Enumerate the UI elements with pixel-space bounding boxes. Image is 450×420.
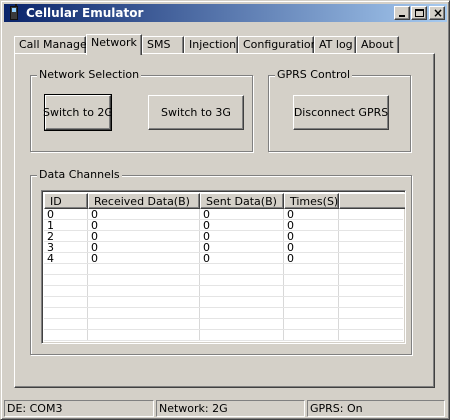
column-header-id[interactable]: ID — [44, 193, 88, 209]
switch-to-3g-button[interactable]: Switch to 3G — [148, 95, 244, 130]
minimize-button[interactable] — [394, 6, 410, 20]
tab-network[interactable]: Network — [86, 34, 142, 55]
close-button[interactable]: × — [429, 6, 445, 20]
data-channels-group: Data Channels ID Received Data(B) Sent D… — [30, 169, 412, 355]
data-channels-list[interactable]: ID Received Data(B) Sent Data(B) Times(S… — [41, 190, 406, 344]
window-title: Cellular Emulator — [26, 6, 144, 20]
network-selection-group: Network Selection Switch to 2G Switch to… — [30, 69, 253, 152]
network-selection-title: Network Selection — [37, 68, 142, 81]
status-bar: DE: COM3 Network: 2G GPRS: On — [4, 400, 447, 417]
title-bar[interactable]: Cellular Emulator × — [4, 4, 447, 22]
list-body: 0 0 0 0 1 0 0 0 2 0 0 0 3 0 0 0 4 0 0 0 — [44, 209, 403, 341]
switch-to-2g-button[interactable]: Switch to 2G — [43, 94, 113, 131]
gprs-control-group: GPRS Control Disconnect GPRS — [268, 69, 411, 152]
status-network: Network: 2G — [156, 400, 305, 417]
cellphone-icon — [6, 4, 22, 21]
disconnect-gprs-button[interactable]: Disconnect GPRS — [293, 95, 389, 130]
column-header-filler — [339, 193, 405, 209]
column-header-received-data[interactable]: Received Data(B) — [88, 193, 200, 209]
data-channels-title: Data Channels — [37, 168, 122, 181]
tab-configuration[interactable]: Configuration — [238, 36, 318, 54]
list-header: ID Received Data(B) Sent Data(B) Times(S… — [44, 193, 405, 209]
tab-call-manager[interactable]: Call Manager — [14, 36, 91, 54]
tab-sms[interactable]: SMS — [142, 36, 184, 54]
status-gprs: GPRS: On — [307, 400, 445, 417]
close-icon: × — [433, 6, 444, 20]
tab-injection[interactable]: Injection — [184, 36, 238, 54]
status-port: DE: COM3 — [4, 400, 154, 417]
column-header-sent-data[interactable]: Sent Data(B) — [200, 193, 284, 209]
column-header-times[interactable]: Times(S) — [284, 193, 339, 209]
tab-about[interactable]: About — [356, 36, 399, 54]
window-controls: × — [393, 6, 445, 20]
minimize-icon — [399, 15, 405, 17]
maximize-icon — [415, 9, 424, 17]
tab-at-log[interactable]: AT log — [314, 36, 356, 54]
network-tab-panel: Network Selection Switch to 2G Switch to… — [14, 53, 435, 388]
maximize-button[interactable] — [411, 6, 427, 20]
gprs-control-title: GPRS Control — [275, 68, 353, 81]
app-window: Cellular Emulator × Call Manager Network… — [0, 0, 450, 420]
